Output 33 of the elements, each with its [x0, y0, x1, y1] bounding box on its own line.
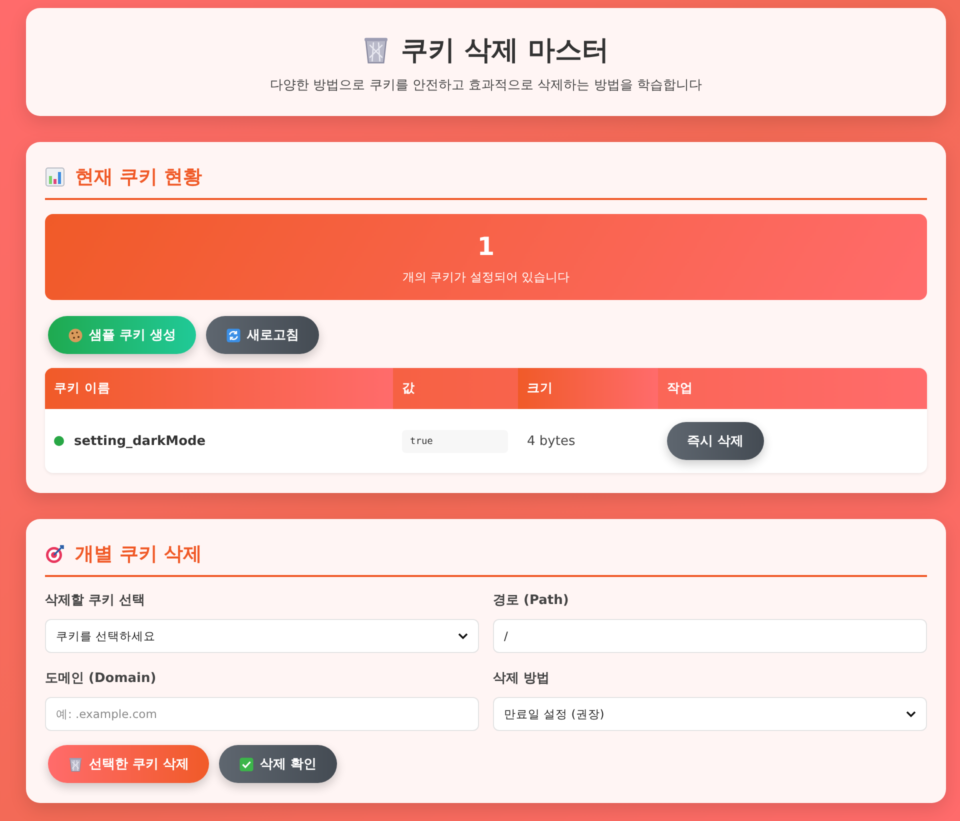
cookie-value: true	[402, 430, 508, 452]
field-label: 도메인 (Domain)	[45, 670, 158, 687]
target-icon	[45, 544, 65, 564]
refresh-icon	[226, 328, 242, 342]
cookie-icon	[68, 328, 83, 342]
column-header: 쿠키 이름	[45, 368, 393, 409]
action-button[interactable]: 삭제 확인	[219, 745, 337, 783]
section-title: 현재 쿠키 현황	[75, 165, 202, 190]
page-title: 쿠키 삭제 마스터	[401, 34, 609, 68]
field-label: 경로 (Path)	[493, 592, 570, 609]
cookie-size: 4 bytes	[527, 434, 576, 448]
chevron-down-icon	[906, 710, 916, 718]
wastebasket-icon	[363, 36, 390, 64]
input-field[interactable]: 예: .example.com	[45, 697, 479, 731]
cookie-count: 1	[477, 232, 495, 261]
page-subtitle: 다양한 방법으로 쿠키를 안전하고 효과적으로 삭제하는 방법을 학습합니다	[270, 77, 702, 94]
field-label: 삭제할 쿠키 선택	[45, 592, 146, 609]
count-caption: 개의 쿠키가 설정되어 있습니다	[402, 269, 570, 286]
cookie-name: setting_darkMode	[74, 434, 206, 448]
checkmark-icon	[239, 756, 254, 772]
bar-chart-icon	[45, 167, 65, 187]
section-title: 개별 쿠키 삭제	[75, 542, 202, 567]
select-field[interactable]: 만료일 설정 (권장)	[493, 697, 927, 731]
column-header: 작업	[666, 379, 694, 397]
input-field[interactable]: /	[493, 619, 927, 653]
field-label: 삭제 방법	[493, 670, 551, 687]
wastebasket-icon	[68, 756, 83, 772]
column-header: 값	[401, 379, 416, 397]
action-button[interactable]: 새로고침	[206, 316, 320, 354]
delete-button[interactable]: 즉시 삭제	[667, 422, 764, 460]
chevron-down-icon	[458, 632, 468, 640]
column-header: 크기	[518, 368, 658, 409]
select-field[interactable]: 쿠키를 선택하세요	[45, 619, 479, 653]
